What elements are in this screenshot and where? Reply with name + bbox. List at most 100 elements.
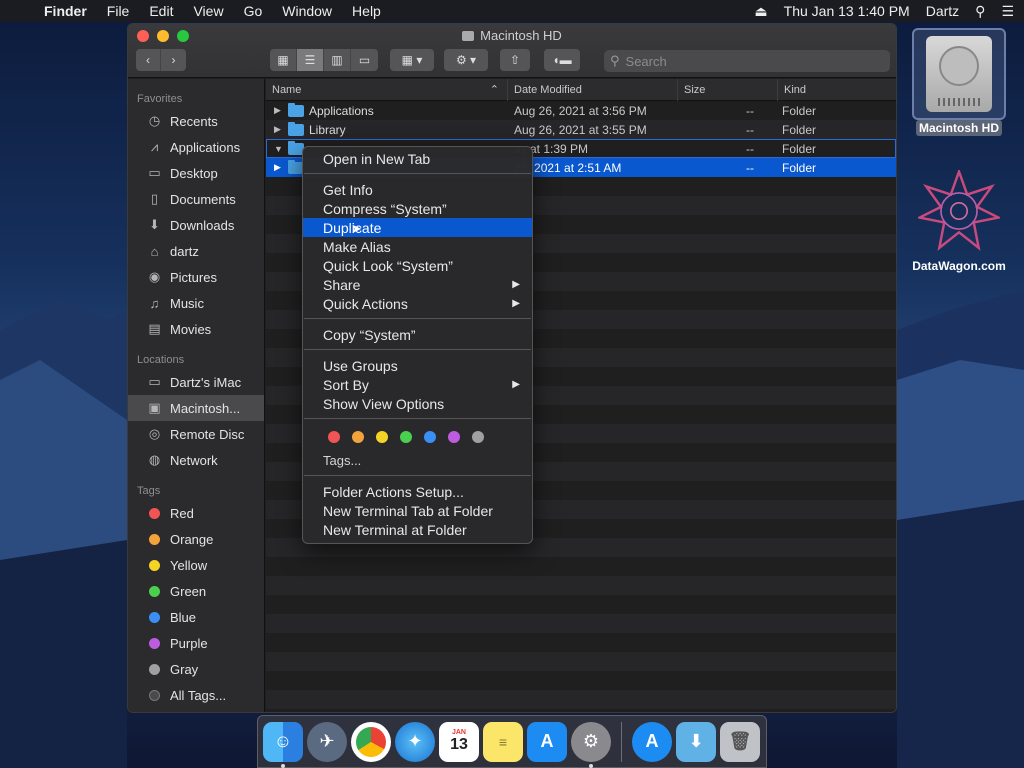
sidebar-item-home[interactable]: ⌂ dartz xyxy=(128,238,264,264)
menu-bar: Finder File Edit View Go Window Help ⏏ T… xyxy=(0,0,1024,22)
list-view-icon[interactable]: ☰ xyxy=(297,49,324,71)
table-row[interactable]: ▶ Library Aug 26, 2021 at 3:55 PM -- Fold… xyxy=(266,120,896,139)
menu-view[interactable]: View xyxy=(193,3,223,19)
forward-button[interactable]: › xyxy=(161,49,186,71)
menu-item-quick-look[interactable]: Quick Look “System” xyxy=(303,256,532,275)
column-kind[interactable]: Kind xyxy=(778,79,896,101)
sidebar-item-network[interactable]: ◍ Network xyxy=(128,447,264,473)
column-view-icon[interactable]: ▥ xyxy=(324,49,351,71)
sidebar-item-music[interactable]: ♫ Music xyxy=(128,290,264,316)
sidebar-tag-orange[interactable]: Orange xyxy=(128,526,264,552)
menu-item-copy[interactable]: Copy “System” xyxy=(303,325,532,344)
menu-item-new-terminal-tab[interactable]: New Terminal Tab at Folder xyxy=(303,501,532,520)
menu-item-share[interactable]: Share ▶ xyxy=(303,275,532,294)
sidebar-item-documents[interactable]: ▯ Documents xyxy=(128,186,264,212)
sidebar-item-desktop[interactable]: ▭ Desktop xyxy=(128,160,264,186)
sidebar-item-applications[interactable]: ⩘ Applications xyxy=(128,134,264,160)
column-name[interactable]: Name ⌃ xyxy=(266,78,508,101)
menu-edit[interactable]: Edit xyxy=(149,3,173,19)
menu-item-make-alias[interactable]: Make Alias xyxy=(303,237,532,256)
menu-item-open-new-tab[interactable]: Open in New Tab xyxy=(303,149,532,168)
sidebar-tag-all[interactable]: All Tags... xyxy=(128,682,264,708)
search-icon: ⚲ xyxy=(610,53,620,68)
gallery-view-icon[interactable]: ▭ xyxy=(351,49,378,71)
disclosure-triangle-icon[interactable]: ▼ xyxy=(274,144,288,154)
menu-item-sort-by[interactable]: Sort By ▶ xyxy=(303,375,532,394)
dock-app-store-stack-icon[interactable]: A xyxy=(632,721,672,762)
table-row[interactable]: ▶ Applications Aug 26, 2021 at 3:56 PM --… xyxy=(266,101,896,120)
back-forward-buttons: ‹ › xyxy=(136,49,186,71)
menu-item-tags[interactable]: Tags... xyxy=(303,451,532,470)
menu-item-get-info[interactable]: Get Info xyxy=(303,180,532,199)
dock-finder-icon[interactable]: ☺ xyxy=(263,721,303,768)
menu-finder[interactable]: Finder xyxy=(44,3,87,19)
dock-app-store-icon[interactable]: A xyxy=(527,721,567,762)
menu-item-compress[interactable]: Compress “System” xyxy=(303,199,532,218)
notification-center-icon[interactable]: ☰ xyxy=(1001,3,1014,20)
tag-color-green[interactable] xyxy=(400,431,412,443)
dock-calendar-icon[interactable]: JAN 13 xyxy=(439,721,479,762)
sidebar-tag-green[interactable]: Green xyxy=(128,578,264,604)
sidebar-item-remote-disc[interactable]: ◎ Remote Disc xyxy=(128,421,264,447)
tag-color-gray[interactable] xyxy=(472,431,484,443)
desktop-label: DataWagon.com xyxy=(912,259,1006,273)
menu-go[interactable]: Go xyxy=(244,3,263,19)
column-date-modified[interactable]: Date Modified xyxy=(508,78,678,101)
dock-chrome-icon[interactable] xyxy=(351,721,391,762)
dock-notes-icon[interactable]: ≡ xyxy=(483,721,523,762)
sidebar-item-macintosh-hd[interactable]: ▣ Macintosh... xyxy=(128,395,264,421)
menu-window[interactable]: Window xyxy=(282,3,332,19)
menu-user[interactable]: Dartz xyxy=(926,3,959,19)
dock-downloads-folder-icon[interactable]: ⬇ xyxy=(676,721,716,762)
search-input[interactable] xyxy=(625,53,866,69)
empty-row xyxy=(266,633,896,652)
spotlight-icon[interactable]: ⚲ xyxy=(975,3,985,20)
menu-item-duplicate[interactable]: Duplicate ➤ xyxy=(303,218,532,237)
menu-clock[interactable]: Thu Jan 13 1:40 PM xyxy=(784,3,910,19)
folder-icon xyxy=(288,102,304,117)
tag-button[interactable]: ◖▬ xyxy=(544,49,580,71)
disclosure-triangle-icon[interactable]: ▶ xyxy=(274,105,288,116)
menu-help[interactable]: Help xyxy=(352,3,381,19)
sidebar-tag-yellow[interactable]: Yellow xyxy=(128,552,264,578)
tag-dot-icon xyxy=(149,689,160,701)
tag-color-purple[interactable] xyxy=(448,431,460,443)
hard-drive-icon xyxy=(462,31,475,41)
icon-view-icon[interactable]: ▦ xyxy=(270,49,297,71)
tag-dot-icon xyxy=(149,533,160,545)
tag-color-orange[interactable] xyxy=(352,431,364,443)
dock-trash-icon[interactable]: 🗑 xyxy=(720,721,760,762)
menu-file[interactable]: File xyxy=(107,3,130,19)
sidebar-tag-gray[interactable]: Gray xyxy=(128,656,264,682)
tag-color-yellow[interactable] xyxy=(376,431,388,443)
dock-launchpad-icon[interactable]: ✈ xyxy=(307,721,347,762)
sidebar-tag-purple[interactable]: Purple xyxy=(128,630,264,656)
back-button[interactable]: ‹ xyxy=(136,49,161,71)
menu-item-folder-actions[interactable]: Folder Actions Setup... xyxy=(303,482,532,501)
disclosure-triangle-icon[interactable]: ▶ xyxy=(274,124,288,135)
disclosure-triangle-icon[interactable]: ▶ xyxy=(274,162,288,173)
column-size[interactable]: Size xyxy=(678,78,778,101)
tag-color-blue[interactable] xyxy=(424,431,436,443)
home-icon: ⌂ xyxy=(150,243,159,259)
dock-safari-icon[interactable]: ✦ xyxy=(395,721,435,762)
dock-system-preferences-icon[interactable]: ⚙ xyxy=(571,721,611,768)
sidebar-item-downloads[interactable]: ⬇ Downloads xyxy=(128,212,264,238)
sidebar-item-imac[interactable]: ▭ Dartz's iMac xyxy=(128,369,264,395)
menu-item-show-view-options[interactable]: Show View Options xyxy=(303,394,532,413)
sidebar-item-pictures[interactable]: ◉ Pictures xyxy=(128,264,264,290)
action-button[interactable]: ⚙ ▾ xyxy=(444,49,488,71)
tag-color-red[interactable] xyxy=(328,431,340,443)
sidebar-tag-red[interactable]: Red xyxy=(128,500,264,526)
share-button[interactable]: ⇧ xyxy=(500,49,530,71)
desktop-icon-macintosh-hd[interactable]: Macintosh HD xyxy=(912,28,1006,136)
menu-item-quick-actions[interactable]: Quick Actions ▶ xyxy=(303,294,532,313)
group-by-button[interactable]: ▦ ▾ xyxy=(390,49,434,71)
sidebar-item-recents[interactable]: ◷ Recents xyxy=(128,108,264,134)
sidebar-item-movies[interactable]: ▤ Movies xyxy=(128,316,264,342)
menu-item-new-terminal[interactable]: New Terminal at Folder xyxy=(303,520,532,539)
desktop-icon-datawagon[interactable]: DataWagon.com xyxy=(900,167,1018,273)
sidebar-tag-blue[interactable]: Blue xyxy=(128,604,264,630)
eject-icon[interactable]: ⏏ xyxy=(754,3,767,20)
menu-item-use-groups[interactable]: Use Groups xyxy=(303,356,532,375)
